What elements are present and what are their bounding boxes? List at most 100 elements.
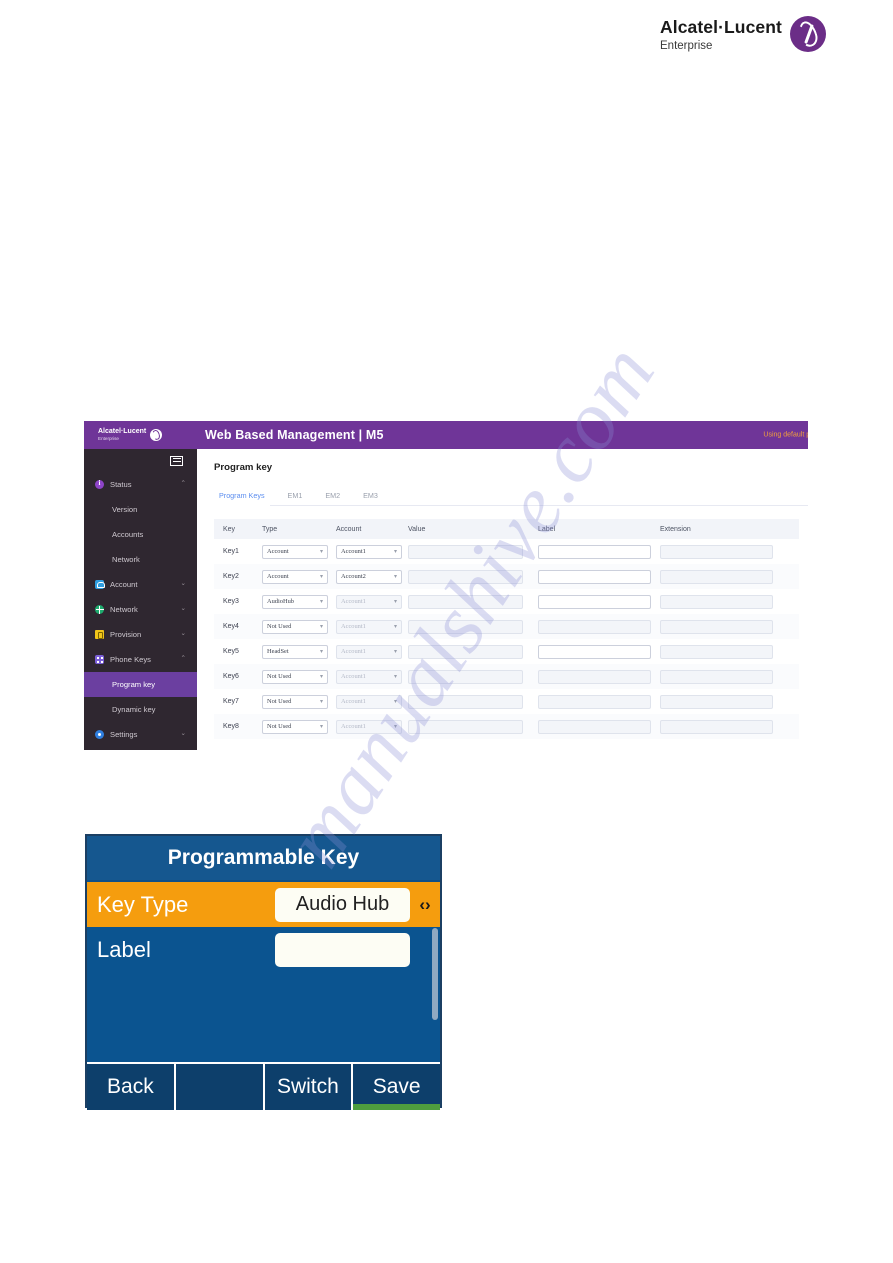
phone-scrollbar-thumb[interactable] (432, 928, 438, 1020)
sidebar-item-label: Network (110, 605, 138, 614)
phone-scrollbar[interactable] (432, 928, 438, 1060)
label-input[interactable] (538, 544, 651, 559)
status-icon (95, 479, 104, 489)
type-select[interactable]: Not Used ▾ (262, 619, 328, 634)
label-input[interactable] (538, 719, 651, 734)
sidebar-item-accounts[interactable]: Accounts (84, 522, 197, 547)
key-type-value[interactable]: Audio Hub (275, 887, 410, 922)
type-select[interactable]: Not Used ▾ (262, 694, 328, 709)
tab-em1[interactable]: EM1 (288, 491, 303, 505)
extension-input[interactable] (660, 669, 773, 684)
account-select[interactable]: Account1 ▾ (336, 719, 402, 734)
extension-input[interactable] (660, 694, 773, 709)
type-select[interactable]: HeadSet ▾ (262, 644, 328, 659)
row-type-cell: HeadSet ▾ (262, 644, 336, 659)
extension-input[interactable] (660, 544, 773, 559)
phone-field-label-row[interactable]: Label (87, 927, 440, 972)
sidebar-item-status[interactable]: Status ⌃ (84, 472, 197, 497)
phone-screen-title: Programmable Key (87, 836, 440, 882)
value-input[interactable] (408, 594, 523, 609)
chevron-down-icon: ⌄ (180, 630, 186, 638)
program-key-card: Program Keys EM1 EM2 EM3 Key Type Accoun… (214, 485, 808, 739)
value-input[interactable] (408, 569, 523, 584)
label-input[interactable] (538, 669, 651, 684)
extension-input[interactable] (660, 594, 773, 609)
chevron-down-icon: ▾ (319, 724, 323, 730)
extension-input[interactable] (660, 719, 773, 734)
row-label-cell (538, 544, 660, 559)
value-input[interactable] (408, 619, 523, 634)
row-label-cell (538, 594, 660, 609)
row-type-cell: AudioHub ▾ (262, 594, 336, 609)
label-input[interactable] (538, 594, 651, 609)
softkey-back[interactable]: Back (87, 1064, 176, 1110)
tab-em2[interactable]: EM2 (325, 491, 340, 505)
tab-program-keys[interactable]: Program Keys (214, 491, 270, 506)
label-input[interactable] (538, 619, 651, 634)
softkey-switch[interactable]: Switch (264, 1064, 354, 1110)
chevron-down-icon: ▾ (319, 574, 323, 580)
row-type-cell: Account ▾ (262, 544, 336, 559)
row-account-cell: Account1 ▾ (336, 694, 408, 709)
sidebar-item-network[interactable]: Network ⌄ (84, 597, 197, 622)
type-select[interactable]: AudioHub ▾ (262, 594, 328, 609)
phone-field-key-type[interactable]: Key Type Audio Hub ‹› (87, 882, 440, 927)
account-select[interactable]: Account1 ▾ (336, 644, 402, 659)
row-value-cell (408, 719, 538, 734)
value-input[interactable] (408, 544, 523, 559)
row-value-cell (408, 644, 538, 659)
account-select[interactable]: Account1 ▾ (336, 694, 402, 709)
sidebar-item-phone-keys[interactable]: Phone Keys ⌃ (84, 647, 197, 672)
type-select[interactable]: Not Used ▾ (262, 719, 328, 734)
extension-input[interactable] (660, 644, 773, 659)
type-select-value: Account (267, 548, 289, 555)
left-right-arrows-icon[interactable]: ‹› (410, 895, 440, 915)
account-select[interactable]: Account1 ▾ (336, 544, 402, 559)
type-select[interactable]: Not Used ▾ (262, 669, 328, 684)
value-input[interactable] (408, 694, 523, 709)
sidebar-item-provision[interactable]: Provision ⌄ (84, 622, 197, 647)
row-extension-cell (660, 694, 778, 709)
label-value-input[interactable] (275, 932, 410, 967)
sidebar-item-dynamic-key[interactable]: Dynamic key (84, 697, 197, 722)
sidebar-item-account[interactable]: Account ⌄ (84, 572, 197, 597)
account-select-value: Account1 (341, 548, 366, 555)
sidebar-item-label: Provision (110, 630, 142, 639)
value-input[interactable] (408, 644, 523, 659)
softkey-save[interactable]: Save (353, 1064, 440, 1110)
row-value-cell (408, 594, 538, 609)
account-select[interactable]: Account1 ▾ (336, 669, 402, 684)
value-input[interactable] (408, 719, 523, 734)
row-account-cell: Account1 ▾ (336, 544, 408, 559)
chevron-down-icon: ▾ (393, 699, 397, 705)
type-select-value: HeadSet (267, 648, 289, 655)
value-input[interactable] (408, 669, 523, 684)
row-type-cell: Not Used ▾ (262, 719, 336, 734)
phone-field-label: Label (97, 936, 151, 962)
type-select[interactable]: Account ▾ (262, 569, 328, 584)
sidebar-item-network-status[interactable]: Network (84, 547, 197, 572)
sidebar-item-program-key[interactable]: Program key (84, 672, 197, 697)
label-input[interactable] (538, 694, 651, 709)
settings-gear-icon (95, 730, 104, 739)
sidebar-item-label: Phone Keys (110, 655, 151, 664)
account-select[interactable]: Account1 ▾ (336, 619, 402, 634)
sidebar-item-version[interactable]: Version (84, 497, 197, 522)
provision-icon (95, 630, 104, 639)
column-header-key: Key (223, 525, 236, 533)
network-icon (95, 605, 104, 614)
extension-input[interactable] (660, 569, 773, 584)
softkey-empty[interactable] (175, 1064, 265, 1110)
label-input[interactable] (538, 569, 651, 584)
extension-input[interactable] (660, 619, 773, 634)
tab-em3[interactable]: EM3 (363, 491, 378, 505)
account-select[interactable]: Account1 ▾ (336, 594, 402, 609)
phone-softkey-bar: Back Switch Save (87, 1062, 440, 1110)
sidebar-collapse-button[interactable] (84, 449, 197, 472)
sidebar-item-settings[interactable]: Settings ⌄ (84, 722, 197, 747)
row-account-cell: Account1 ▾ (336, 719, 408, 734)
account-select[interactable]: Account2 ▾ (336, 569, 402, 584)
type-select[interactable]: Account ▾ (262, 544, 328, 559)
wbm-logo-mark-icon (150, 429, 163, 441)
label-input[interactable] (538, 644, 651, 659)
